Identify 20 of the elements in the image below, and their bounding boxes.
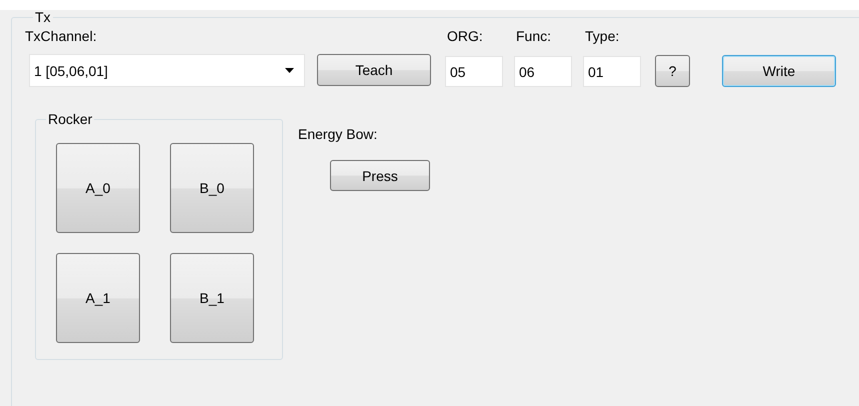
group-title: Tx	[34, 10, 52, 25]
input-field[interactable]: 06	[514, 56, 572, 87]
write-button[interactable]: Write	[722, 55, 836, 87]
field-label: Func:	[515, 28, 552, 45]
channel-label: TxChannel:	[25, 28, 98, 45]
energy-bow-label: Energy Bow:	[298, 126, 378, 143]
input-field[interactable]: 01	[583, 56, 641, 87]
dropdown-arrow-icon	[285, 68, 294, 73]
field-label: Type:	[584, 28, 620, 45]
teach-button[interactable]: Teach	[317, 54, 431, 86]
group-title: Rocker	[47, 112, 94, 127]
channel-dropdown[interactable]: 1 [05,06,01]	[29, 54, 305, 87]
input-field[interactable]: 05	[445, 56, 503, 87]
rocker-button[interactable]: A_1	[56, 253, 140, 343]
rocker-button[interactable]: A_0	[56, 143, 140, 233]
rocker-button[interactable]: B_0	[170, 143, 254, 233]
field-label: ORG:	[446, 28, 484, 45]
help-button[interactable]: ?	[655, 55, 690, 87]
press-button[interactable]: Press	[330, 160, 430, 191]
rocker-button[interactable]: B_1	[170, 253, 254, 343]
